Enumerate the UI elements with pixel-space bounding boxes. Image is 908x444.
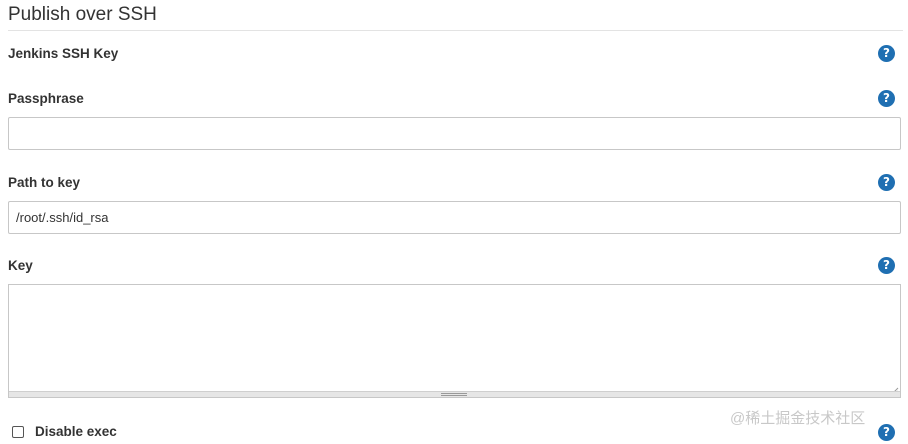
section-divider: [8, 30, 903, 31]
passphrase-help-icon[interactable]: ?: [878, 90, 895, 107]
textarea-resize-bar[interactable]: [9, 391, 900, 397]
path-to-key-help-icon[interactable]: ?: [878, 174, 895, 191]
section-title: Publish over SSH: [8, 4, 157, 25]
passphrase-input[interactable]: [8, 117, 901, 150]
path-to-key-input[interactable]: [8, 201, 901, 234]
jenkins-ssh-key-help-icon[interactable]: ?: [878, 45, 895, 62]
path-to-key-label: Path to key: [8, 175, 81, 190]
resize-corner-icon[interactable]: [891, 382, 899, 395]
key-label: Key: [8, 258, 33, 273]
disable-exec-help-icon[interactable]: ?: [878, 424, 895, 441]
key-textarea[interactable]: [8, 284, 901, 398]
jenkins-ssh-key-label: Jenkins SSH Key: [8, 46, 119, 61]
disable-exec-checkbox[interactable]: [12, 426, 24, 438]
grip-icon: [441, 393, 467, 396]
key-help-icon[interactable]: ?: [878, 257, 895, 274]
watermark: @稀土掘金技术社区: [730, 410, 866, 427]
disable-exec-label: Disable exec: [35, 424, 117, 439]
passphrase-label: Passphrase: [8, 91, 84, 106]
